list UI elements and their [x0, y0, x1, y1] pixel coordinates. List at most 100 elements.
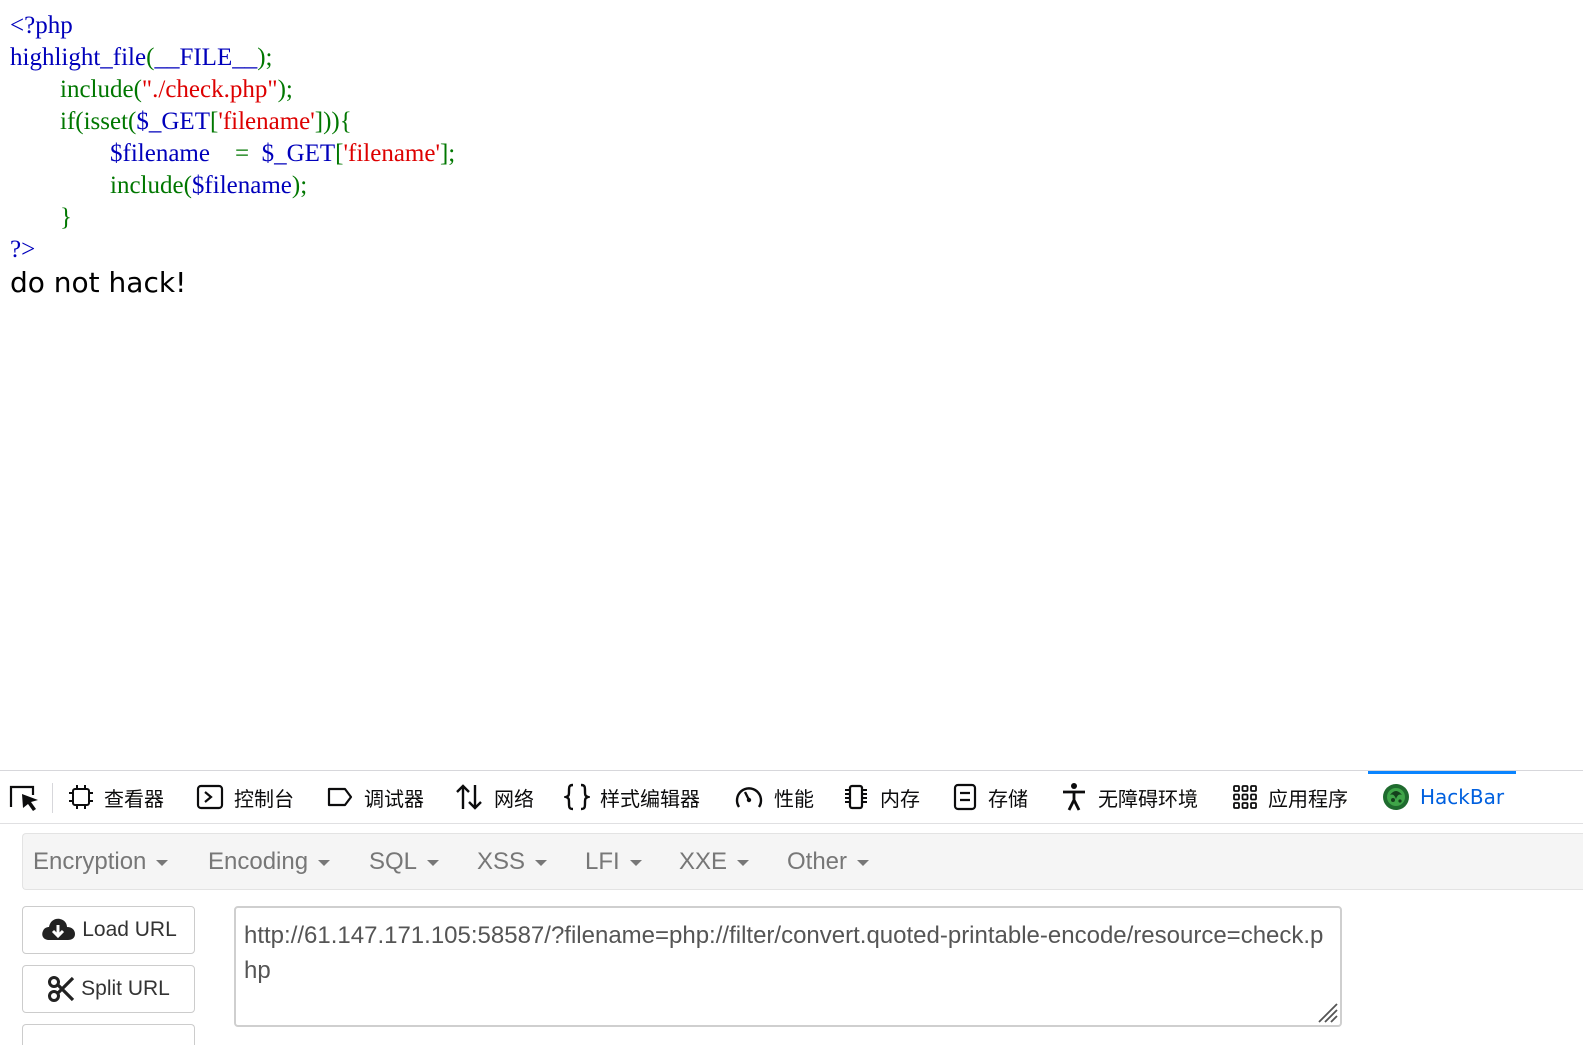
- caret-down-icon: [535, 860, 548, 866]
- code-token: =: [234, 140, 262, 167]
- code-token: include(: [110, 172, 192, 199]
- caret-down-icon: [857, 860, 870, 866]
- code-line: ?>: [10, 234, 455, 266]
- menu-lfi[interactable]: LFI: [585, 834, 642, 889]
- menu-label: LFI: [585, 847, 620, 875]
- console-icon: [196, 784, 224, 810]
- tab-console[interactable]: 控制台: [196, 771, 294, 823]
- menu-label: SQL: [369, 847, 418, 875]
- resize-grip-icon[interactable]: [1313, 998, 1339, 1024]
- code-token: );: [257, 44, 273, 71]
- caret-down-icon: [629, 860, 642, 866]
- menu-label: XSS: [477, 847, 526, 875]
- page-output-text: do not hack!: [10, 266, 187, 299]
- code-token: $filename: [110, 140, 235, 167]
- application-icon: [1233, 785, 1257, 809]
- menu-encryption[interactable]: Encryption: [33, 834, 169, 889]
- split-url-button[interactable]: Split URL: [22, 965, 195, 1013]
- inspector-icon: [69, 785, 93, 809]
- code-token: $_GET: [261, 140, 336, 167]
- code-token: }: [60, 204, 72, 231]
- code-token: $_GET: [136, 108, 210, 135]
- url-input[interactable]: http://61.147.171.105:58587/?filename=ph…: [234, 906, 1342, 1027]
- scissors-icon: [48, 976, 75, 1002]
- code-line: highlight_file(__FILE__);: [10, 42, 455, 74]
- code-token: "./check.php": [141, 76, 278, 103]
- code-line: <?php: [10, 10, 455, 42]
- debugger-icon: [327, 787, 353, 807]
- tab-application[interactable]: 应用程序: [1232, 771, 1348, 823]
- code-line: }: [10, 202, 455, 234]
- tab-memory[interactable]: 内存: [842, 771, 920, 823]
- button-label: Split URL: [81, 977, 170, 1000]
- menu-label: Encoding: [208, 847, 309, 875]
- tab-label: 控制台: [234, 786, 294, 811]
- tab-label: HackBar: [1420, 785, 1505, 809]
- code-token: <?php: [10, 12, 73, 39]
- code-line: include($filename);: [10, 170, 455, 202]
- code-token: );: [277, 76, 293, 103]
- caret-down-icon: [156, 860, 169, 866]
- tab-label: 样式编辑器: [600, 786, 700, 811]
- memory-icon: [845, 784, 867, 810]
- button-label: Load URL: [82, 918, 177, 941]
- tab-label: 调试器: [364, 786, 424, 811]
- active-tab-indicator: [1368, 771, 1516, 774]
- code-line: $filename = $_GET['filename'];: [10, 138, 455, 170]
- caret-down-icon: [427, 860, 440, 866]
- tab-storage[interactable]: 存储: [952, 771, 1028, 823]
- accessibility-icon: [1063, 783, 1085, 811]
- hackbar-menubar: Encryption Encoding SQL XSS LFI XXE Othe…: [22, 833, 1583, 890]
- menu-label: XXE: [679, 847, 728, 875]
- code-token: __FILE__: [154, 44, 258, 71]
- caret-down-icon: [737, 860, 750, 866]
- menu-xss[interactable]: XSS: [477, 834, 548, 889]
- tab-hackbar[interactable]: HackBar: [1382, 771, 1504, 823]
- code-token: ];: [439, 140, 456, 167]
- menu-label: Other: [787, 847, 848, 875]
- tabbar-separator: [52, 783, 53, 813]
- code-token: 'filename': [218, 108, 315, 135]
- tab-label: 无障碍环境: [1098, 786, 1198, 811]
- code-line: if(isset($_GET['filename'])){: [10, 106, 455, 138]
- hackbar-icon: [1383, 784, 1409, 810]
- tab-label: 网络: [494, 786, 534, 811]
- load-url-button[interactable]: Load URL: [22, 906, 195, 954]
- code-token: 'filename': [343, 140, 440, 167]
- tab-debugger[interactable]: 调试器: [326, 771, 424, 823]
- menu-xxe[interactable]: XXE: [679, 834, 750, 889]
- devtools-tabbar: 查看器 控制台 调试器 网络 样式编辑器 性能 内存 存储 无障碍环境 应用程序…: [0, 771, 1583, 824]
- storage-icon: [953, 783, 977, 811]
- menu-sql[interactable]: SQL: [369, 834, 440, 889]
- tab-accessibility[interactable]: 无障碍环境: [1060, 771, 1198, 823]
- php-source-code: <?php highlight_file(__FILE__); include("…: [10, 10, 455, 266]
- tab-performance[interactable]: 性能: [734, 771, 814, 823]
- code-token: [: [335, 140, 344, 167]
- tab-label: 查看器: [104, 786, 164, 811]
- tab-label: 应用程序: [1268, 786, 1348, 811]
- style-editor-icon: [564, 783, 590, 811]
- tab-inspector[interactable]: 查看器: [68, 771, 164, 823]
- cloud-download-icon: [42, 918, 76, 940]
- element-picker-icon[interactable]: [8, 783, 42, 813]
- devtools-panel: 查看器 控制台 调试器 网络 样式编辑器 性能 内存 存储 无障碍环境 应用程序…: [0, 770, 1583, 1045]
- tab-network[interactable]: 网络: [454, 771, 534, 823]
- execute-button[interactable]: [22, 1024, 195, 1045]
- code-token: );: [291, 172, 308, 199]
- menu-label: Encryption: [33, 847, 147, 875]
- code-token: include(: [60, 76, 142, 103]
- code-token: ])){: [314, 108, 352, 135]
- caret-down-icon: [318, 860, 331, 866]
- code-token: ?>: [10, 236, 36, 263]
- code-token: if(isset(: [60, 108, 137, 135]
- menu-other[interactable]: Other: [787, 834, 870, 889]
- code-line: include("./check.php");: [10, 74, 455, 106]
- tab-style-editor[interactable]: 样式编辑器: [564, 771, 700, 823]
- tab-label: 性能: [774, 786, 814, 811]
- tab-label: 内存: [880, 786, 920, 811]
- menu-encoding[interactable]: Encoding: [208, 834, 331, 889]
